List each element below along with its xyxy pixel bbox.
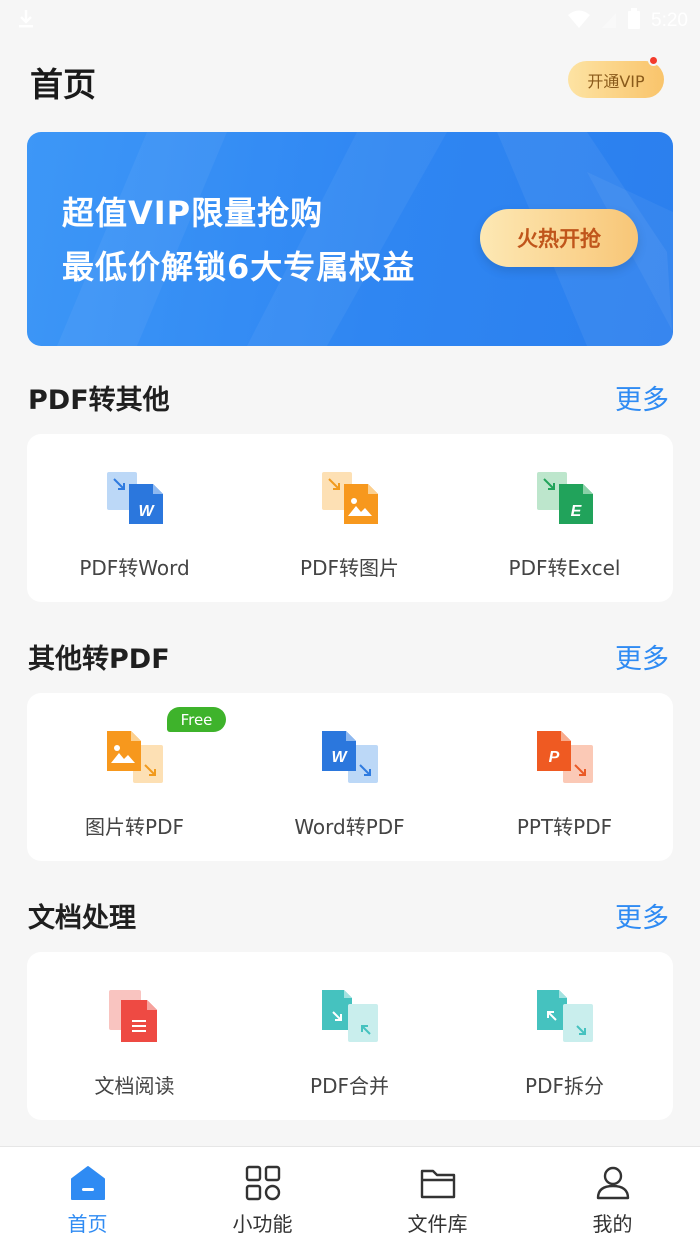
grid-icon (244, 1164, 282, 1202)
svg-text:W: W (138, 503, 155, 520)
tool-pdf-split[interactable]: PDF拆分 (457, 952, 672, 1120)
document-read-icon (105, 988, 165, 1044)
svg-text:E: E (571, 503, 583, 520)
tool-ppt-to-pdf[interactable]: P PPT转PDF (457, 693, 672, 861)
more-link-pdf-to-other[interactable]: 更多 (615, 378, 669, 417)
svg-text:W: W (331, 749, 348, 766)
tool-card-pdf-to-other: W PDF转Word PDF转图片 E PDF转Excel (27, 434, 673, 602)
nav-item-profile[interactable]: 我的 (525, 1147, 700, 1244)
battery-icon (627, 8, 641, 34)
wifi-icon (567, 9, 591, 33)
free-badge: Free (167, 707, 226, 732)
pdf-split-icon (535, 988, 595, 1044)
image-to-pdf-icon (105, 729, 165, 785)
tool-card-document-processing: 文档阅读 PDF合并 PDF拆分 (27, 952, 673, 1120)
tool-pdf-to-excel[interactable]: E PDF转Excel (457, 434, 672, 602)
word-to-pdf-icon: W (320, 729, 380, 785)
nav-item-tools[interactable]: 小功能 (175, 1147, 350, 1244)
nav-item-files[interactable]: 文件库 (350, 1147, 525, 1244)
folder-icon (419, 1164, 457, 1202)
vip-promo-banner[interactable]: 超值VIP限量抢购 最低价解锁6大专属权益 火热开抢 (27, 132, 673, 346)
pdf-merge-icon (320, 988, 380, 1044)
more-link-document-processing[interactable]: 更多 (615, 896, 669, 935)
tool-label: PDF转Excel (508, 556, 621, 580)
tool-pdf-to-word[interactable]: W PDF转Word (27, 434, 242, 602)
tool-label: PDF合并 (310, 1074, 389, 1098)
nav-label: 首页 (67, 1212, 108, 1236)
user-icon (594, 1164, 632, 1202)
tool-label: 文档阅读 (94, 1074, 175, 1098)
tool-label: Word转PDF (294, 815, 405, 839)
page-title: 首页 (30, 65, 96, 104)
section-title-pdf-to-other: PDF转其他 (28, 385, 170, 416)
tool-document-read[interactable]: 文档阅读 (27, 952, 242, 1120)
svg-text:P: P (549, 749, 560, 766)
download-icon (16, 8, 36, 34)
tool-label: PDF转图片 (300, 556, 399, 580)
pdf-to-word-icon: W (105, 470, 165, 526)
tool-label: PDF拆分 (525, 1074, 604, 1098)
notification-dot (648, 55, 659, 66)
tool-label: 图片转PDF (85, 815, 184, 839)
tool-word-to-pdf[interactable]: W Word转PDF (242, 693, 457, 861)
home-icon (69, 1164, 107, 1202)
nav-label: 文件库 (407, 1212, 468, 1236)
nav-label: 小功能 (232, 1212, 293, 1236)
section-title-document-processing: 文档处理 (28, 903, 136, 934)
pdf-to-image-icon (320, 470, 380, 526)
tool-pdf-merge[interactable]: PDF合并 (242, 952, 457, 1120)
banner-cta-button[interactable]: 火热开抢 (480, 209, 638, 267)
banner-headline: 超值VIP限量抢购 (62, 194, 324, 232)
bottom-nav: 首页 小功能 文件库 我的 (0, 1146, 700, 1244)
nav-item-home[interactable]: 首页 (0, 1147, 175, 1244)
status-bar: 5:20 (0, 0, 700, 40)
open-vip-button[interactable]: 开通VIP (568, 61, 664, 98)
signal-icon (601, 9, 617, 33)
banner-subheadline: 最低价解锁6大专属权益 (62, 248, 416, 286)
status-time: 5:20 (651, 10, 688, 31)
ppt-to-pdf-icon: P (535, 729, 595, 785)
tool-pdf-to-image[interactable]: PDF转图片 (242, 434, 457, 602)
tool-image-to-pdf[interactable]: Free 图片转PDF (27, 693, 242, 861)
pdf-to-excel-icon: E (535, 470, 595, 526)
section-title-other-to-pdf: 其他转PDF (28, 644, 170, 675)
more-link-other-to-pdf[interactable]: 更多 (615, 637, 669, 676)
tool-label: PPT转PDF (516, 815, 613, 839)
tool-label: PDF转Word (79, 556, 190, 580)
nav-label: 我的 (592, 1212, 633, 1236)
tool-card-other-to-pdf: Free 图片转PDF W Word转PDF P PPT转PDF (27, 693, 673, 861)
